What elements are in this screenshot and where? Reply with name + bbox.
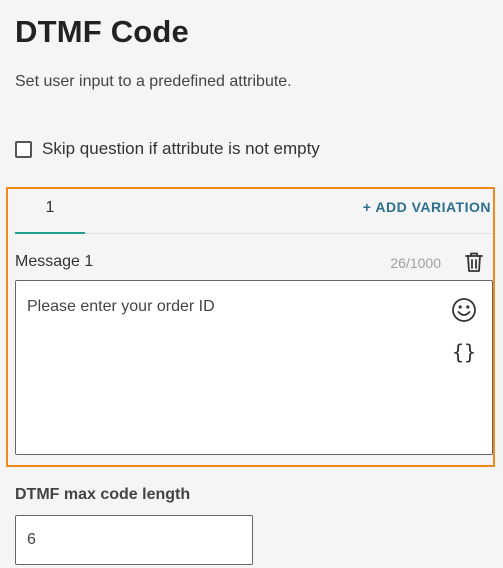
variation-tabs: 1 + ADD VARIATION xyxy=(15,189,493,234)
character-counter: 26/1000 xyxy=(390,255,441,271)
max-code-length-label: DTMF max code length xyxy=(15,486,191,503)
message-text: Please enter your order ID xyxy=(27,298,215,315)
message-textarea[interactable]: Please enter your order ID {} xyxy=(15,280,493,455)
attribute-braces-icon[interactable]: {} xyxy=(451,339,477,365)
add-variation-button[interactable]: + ADD VARIATION xyxy=(363,199,491,215)
variation-tab-1[interactable]: 1 xyxy=(15,189,85,234)
skip-question-label[interactable]: Skip question if attribute is not empty xyxy=(42,139,320,159)
emoji-icon[interactable] xyxy=(451,297,477,323)
page-subtitle: Set user input to a predefined attribute… xyxy=(15,73,292,90)
dtmf-code-panel: DTMF Code Set user input to a predefined… xyxy=(0,0,503,568)
skip-question-checkbox[interactable] xyxy=(15,140,32,158)
message-label: Message 1 xyxy=(15,253,94,270)
page-title: DTMF Code xyxy=(15,14,189,49)
trash-icon[interactable] xyxy=(464,251,484,273)
max-code-length-input[interactable] xyxy=(15,515,253,565)
message-variation-section: 1 + ADD VARIATION Message 1 26/1000 Plea… xyxy=(6,187,495,467)
variation-tab-label: 1 xyxy=(45,199,55,216)
active-tab-indicator xyxy=(15,232,85,234)
skip-question-option[interactable]: Skip question if attribute is not empty xyxy=(15,139,320,159)
